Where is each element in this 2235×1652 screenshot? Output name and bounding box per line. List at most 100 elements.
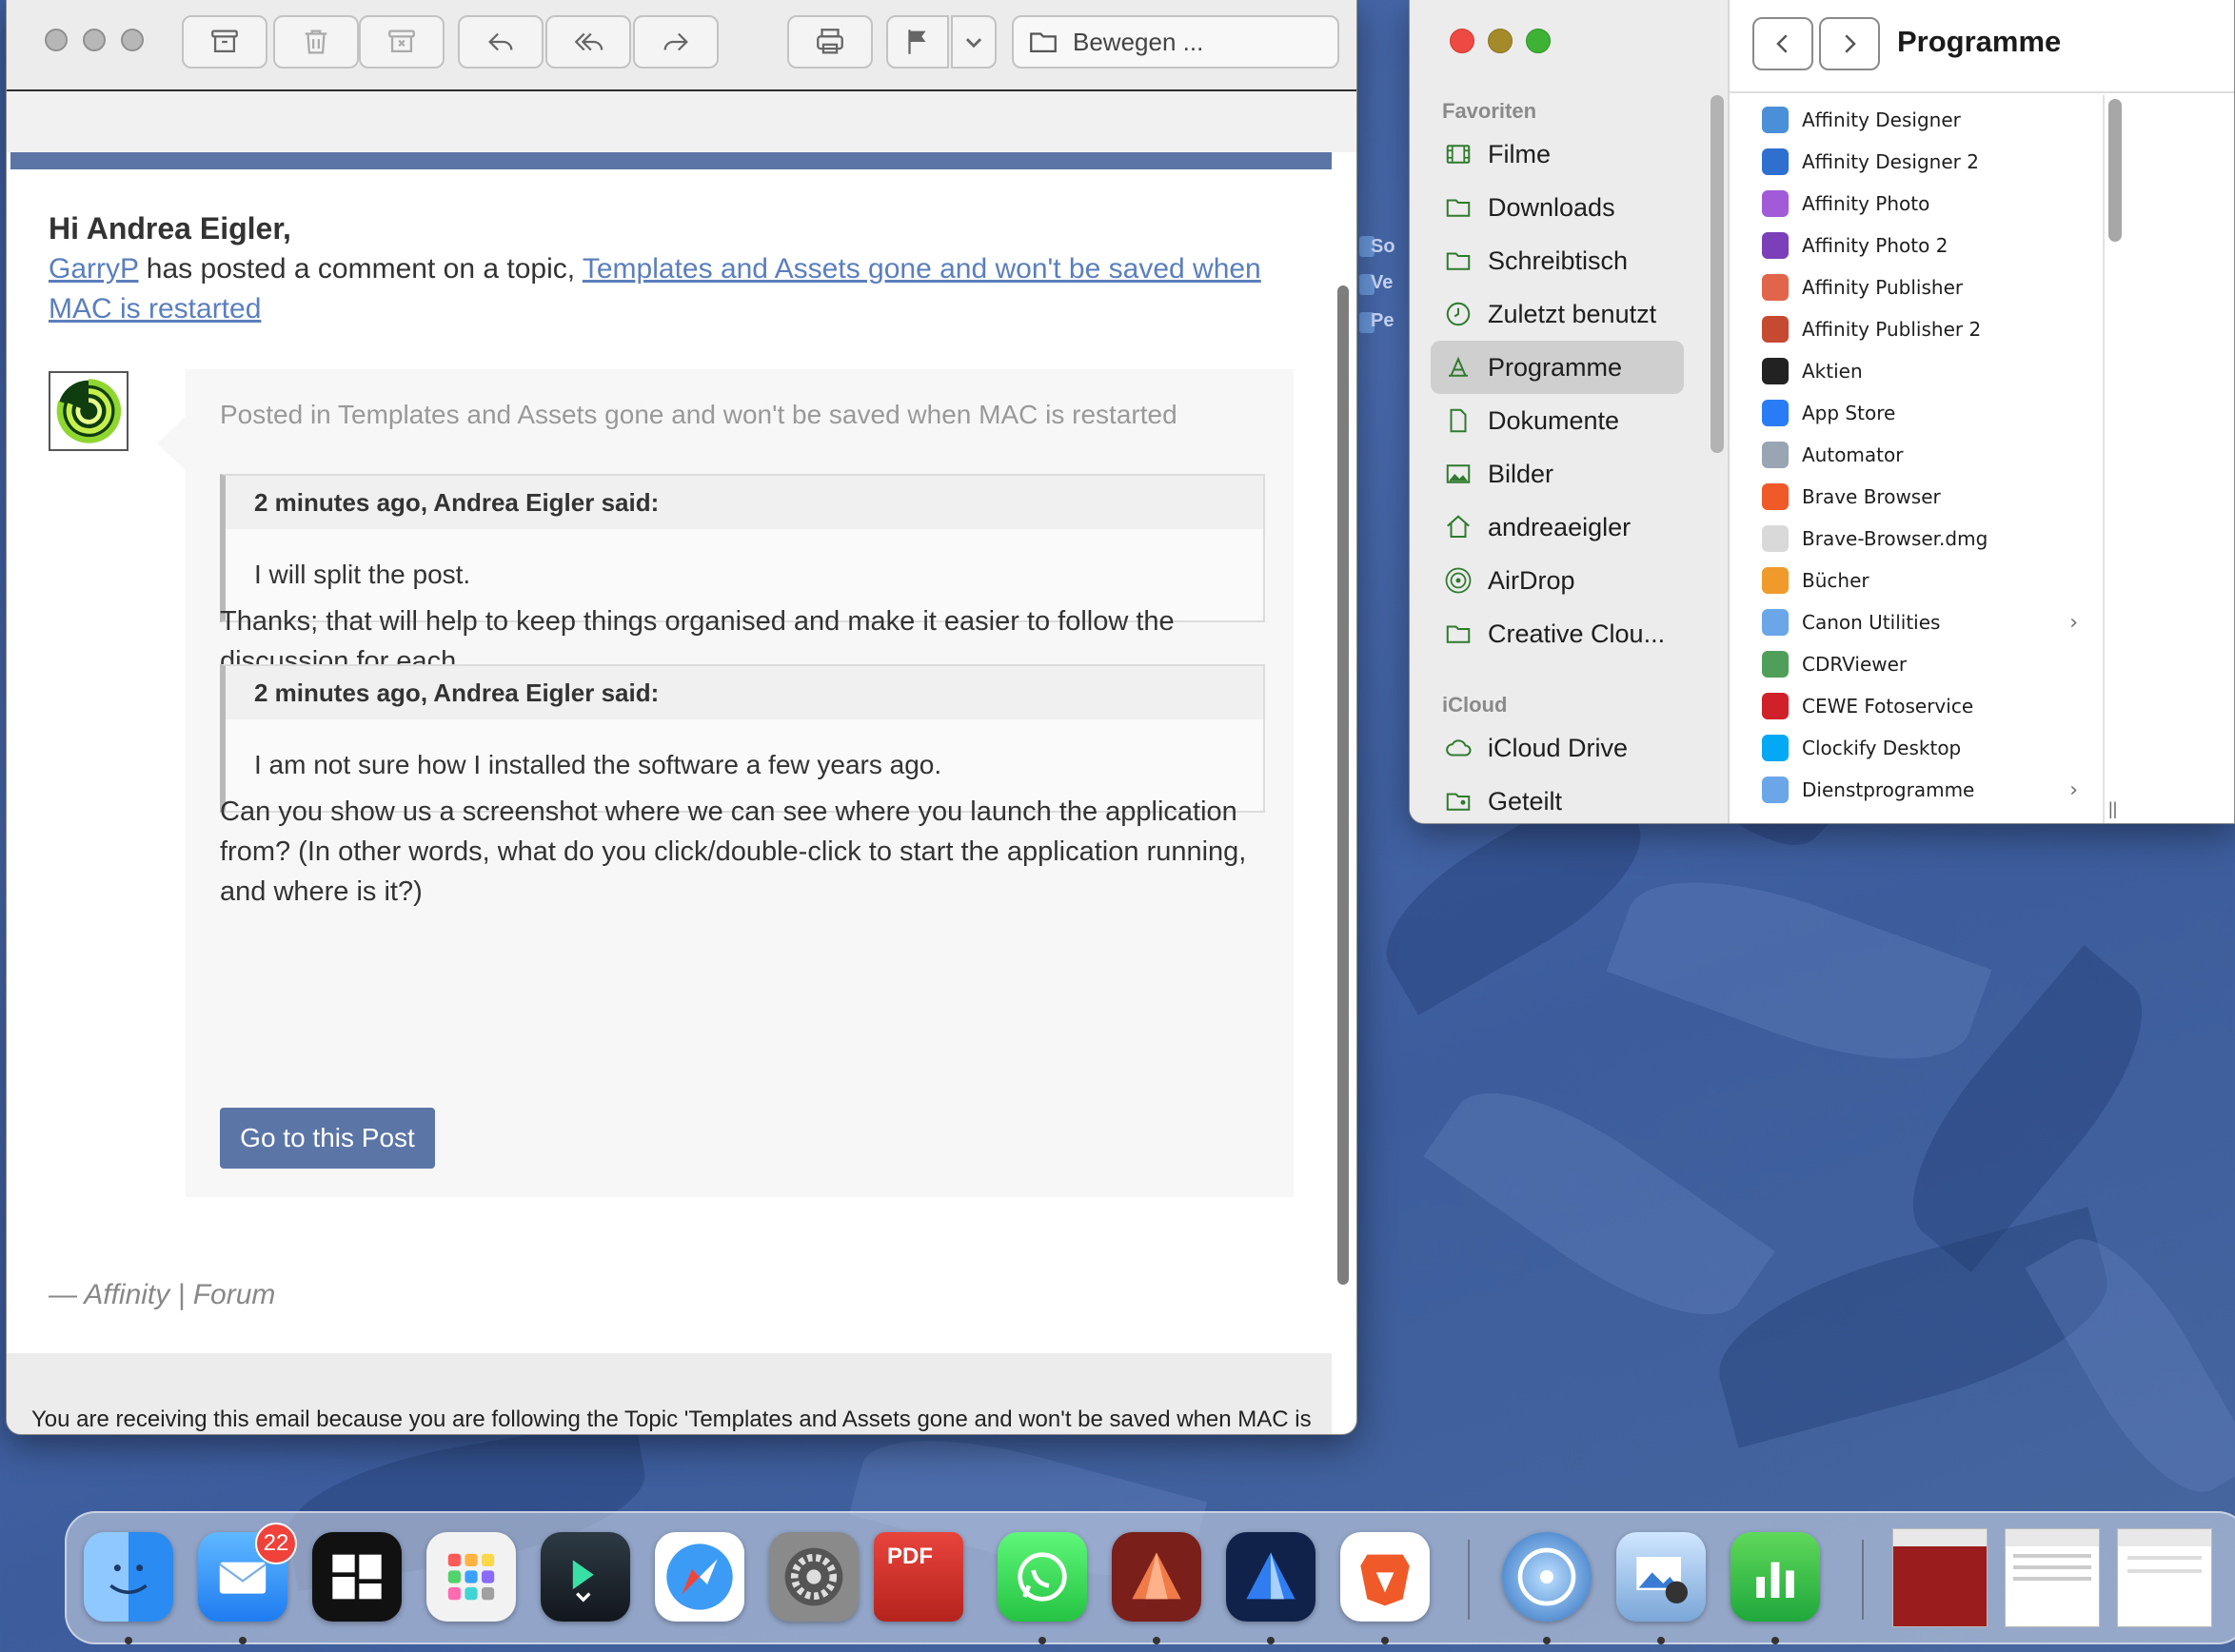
sidebar-item-dokumente[interactable]: Dokumente xyxy=(1431,394,1684,447)
author-link[interactable]: GarryP xyxy=(49,253,138,285)
go-to-post-button[interactable]: Go to this Post xyxy=(220,1108,435,1169)
filmora-icon xyxy=(572,1560,594,1603)
signature: — Affinity | Forum xyxy=(49,1279,276,1310)
list-item[interactable]: Clockify Desktop xyxy=(1730,727,2101,769)
cloud-icon xyxy=(1446,739,1472,757)
reply-all-icon xyxy=(574,32,603,51)
list-item[interactable]: Affinity Photo 2 xyxy=(1730,225,2101,266)
sidebar-item-icloud-drive[interactable]: iCloud Drive xyxy=(1431,721,1684,775)
dock-brave[interactable] xyxy=(1340,1532,1430,1622)
greeting: Hi Andrea Eigler, xyxy=(49,211,291,246)
app-icon xyxy=(1762,567,1789,594)
sidebar-item-schreibtisch[interactable]: Schreibtisch xyxy=(1431,234,1684,287)
sidebar-item-downloads[interactable]: Downloads xyxy=(1431,181,1684,234)
sidebar-item-filme[interactable]: Filme xyxy=(1431,128,1684,181)
sidebar-item-programme[interactable]: Programme xyxy=(1431,341,1684,394)
list-item[interactable]: Affinity Designer 2 xyxy=(1730,141,2101,183)
chevron-left-icon xyxy=(1776,34,1788,53)
favorites-section-label: Favoriten xyxy=(1442,99,1537,123)
dock-mission-control[interactable] xyxy=(312,1532,402,1622)
app-icon xyxy=(1762,483,1789,510)
dock-pdf-expert[interactable]: PDF xyxy=(874,1532,963,1622)
dock-numbers[interactable] xyxy=(1731,1532,1820,1622)
list-item[interactable]: Affinity Publisher 2 xyxy=(1730,308,2101,350)
flag-menu-button[interactable] xyxy=(951,15,997,69)
list-item-label: CDRViewer xyxy=(1802,653,1908,676)
dock-preview[interactable] xyxy=(1616,1532,1706,1622)
dock-launchpad[interactable] xyxy=(426,1532,516,1622)
reply-paragraph: Can you show us a screenshot where we ca… xyxy=(220,796,1247,907)
quote-header: 2 minutes ago, Andrea Eigler said: xyxy=(226,666,1263,719)
close-button[interactable] xyxy=(1450,29,1474,53)
list-item-label: Dienstprogramme xyxy=(1802,778,1975,801)
list-item[interactable]: Affinity Publisher xyxy=(1730,266,2101,308)
list-item[interactable]: Aktien xyxy=(1730,350,2101,392)
list-scrollbar[interactable] xyxy=(2108,99,2122,242)
back-button[interactable] xyxy=(1752,17,1813,70)
list-item[interactable]: App Store xyxy=(1730,392,2101,434)
sidebar-item-bilder[interactable]: Bilder xyxy=(1431,447,1684,501)
list-item[interactable]: Bücher xyxy=(1730,560,2101,601)
chevron-down-icon xyxy=(965,38,982,49)
sidebar-scrollbar[interactable] xyxy=(1711,95,1724,453)
avatar[interactable] xyxy=(49,371,129,451)
list-item-label: Brave Browser xyxy=(1802,485,1941,508)
column-divider[interactable] xyxy=(2103,95,2105,823)
minimize-button[interactable] xyxy=(1488,29,1513,53)
sidebar-item-airdrop[interactable]: AirDrop xyxy=(1431,554,1684,607)
list-item[interactable]: Brave Browser xyxy=(1730,476,2101,518)
app-icon xyxy=(1762,442,1789,468)
list-item[interactable]: Brave-Browser.dmg xyxy=(1730,518,2101,560)
print-button[interactable] xyxy=(787,15,873,69)
shared-folder-icon xyxy=(1446,793,1471,811)
clock-icon xyxy=(1446,302,1471,326)
brave-lion-icon xyxy=(1360,1554,1410,1606)
dock-minimized-window-2[interactable] xyxy=(2005,1528,2100,1627)
dock-system-settings[interactable] xyxy=(769,1532,859,1622)
dock-minimized-window-1[interactable] xyxy=(1892,1528,1988,1627)
delete-button[interactable] xyxy=(273,15,359,69)
flag-button[interactable] xyxy=(886,15,949,69)
list-item[interactable]: Canon Utilities › xyxy=(1730,601,2101,643)
minimize-button[interactable] xyxy=(83,29,106,51)
dock-whatsapp[interactable] xyxy=(998,1532,1087,1622)
list-item[interactable]: CDRViewer xyxy=(1730,643,2101,685)
list-item[interactable]: Affinity Photo xyxy=(1730,183,2101,225)
dock-filmora[interactable] xyxy=(541,1532,630,1622)
sidebar-item-creative-clou[interactable]: Creative Clou... xyxy=(1431,607,1684,660)
reply-button[interactable] xyxy=(458,15,544,69)
list-item[interactable]: Affinity Designer xyxy=(1730,99,2101,141)
zoom-button[interactable] xyxy=(121,29,144,51)
zoom-button[interactable] xyxy=(1526,29,1551,53)
sidebar-item-zuletzt-benutzt[interactable]: Zuletzt benutzt xyxy=(1431,287,1684,341)
close-button[interactable] xyxy=(45,29,68,51)
sidebar-item-andreaeigler[interactable]: andreaeigler xyxy=(1431,501,1684,554)
dock-affinity-publisher[interactable] xyxy=(1112,1532,1201,1622)
archive-button[interactable] xyxy=(182,15,267,69)
reply-all-button[interactable] xyxy=(545,15,631,69)
list-item-label: Canon Utilities xyxy=(1802,611,1941,634)
dock-minimized-window-3[interactable] xyxy=(2117,1528,2212,1627)
forward-button[interactable] xyxy=(1819,17,1880,70)
dock-affinity-designer[interactable] xyxy=(1226,1532,1315,1622)
list-item[interactable]: CEWE Fotoservice xyxy=(1730,685,2101,727)
sidebar-item-geteilt[interactable]: Geteilt xyxy=(1431,775,1684,823)
junk-button[interactable] xyxy=(359,15,445,69)
list-item-label: Affinity Publisher 2 xyxy=(1802,318,1982,341)
dock-safari[interactable] xyxy=(655,1532,744,1622)
intro-text: has posted a comment on a topic, xyxy=(138,253,583,285)
list-item[interactable]: Automator xyxy=(1730,434,2101,476)
forward-button[interactable] xyxy=(633,15,719,69)
footer-text: You are receiving this email because you… xyxy=(31,1406,1312,1432)
archive-icon xyxy=(211,30,238,53)
chevron-right-icon: › xyxy=(2069,610,2078,635)
dock-finder[interactable] xyxy=(84,1532,173,1622)
sidebar-item-label: Programme xyxy=(1488,352,1623,382)
move-mailbox-field[interactable]: Bewegen ... xyxy=(1012,15,1339,69)
email-footer: You are receiving this email because you… xyxy=(7,1353,1332,1434)
mail-scrollbar[interactable] xyxy=(1337,285,1349,1285)
list-item[interactable]: Dienstprogramme › xyxy=(1730,769,2101,811)
sidebar-item-label: Creative Clou... xyxy=(1488,619,1666,648)
dock-disk-utility[interactable] xyxy=(1502,1532,1592,1622)
column-resize-handle[interactable]: || xyxy=(2108,799,2117,819)
